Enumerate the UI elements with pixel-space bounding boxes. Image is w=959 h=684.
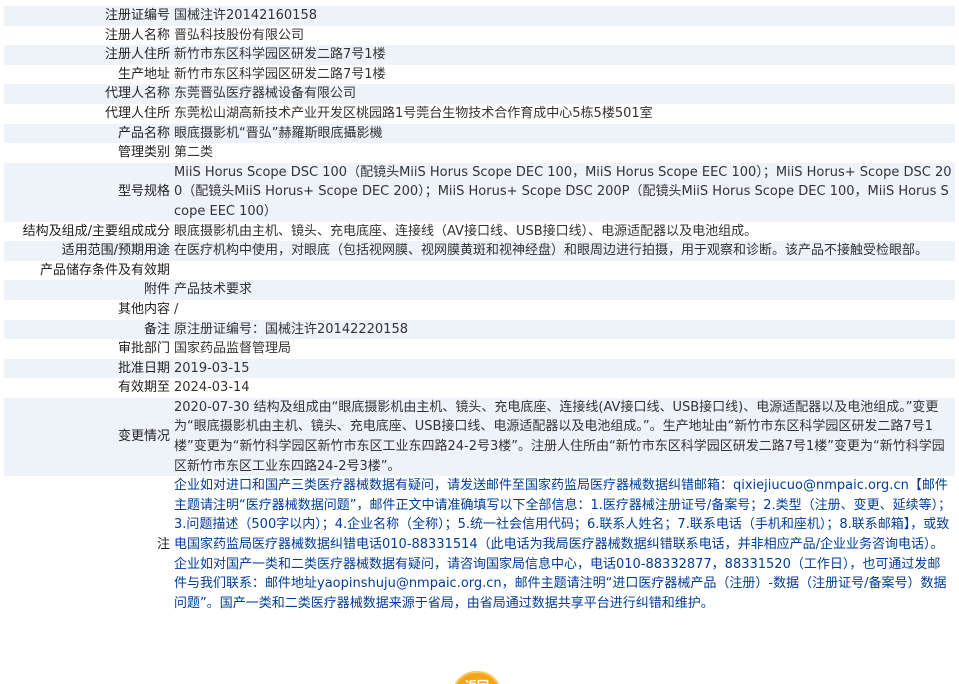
field-value xyxy=(172,260,955,281)
table-row: 适用范围/预期用途 在医疗机构中使用，对眼底（包括视网膜、视网膜黄斑和视神经盘）和… xyxy=(4,241,955,261)
field-label: 生产地址 xyxy=(4,64,172,85)
field-label: 变更情况 xyxy=(4,397,172,477)
field-value: 2024-03-14 xyxy=(172,378,955,398)
note-row: 注企业如对进口和国产三类医疗器械数据有疑问，请发送邮件至国家药监局医疗器械数据纠… xyxy=(4,476,955,614)
field-value: 眼底摄影机“晋弘”赫羅斯眼底攝影機 xyxy=(172,123,955,144)
field-label: 批准日期 xyxy=(4,358,172,379)
table-row: 备注 原注册证编号：国械注许20142220158 xyxy=(4,319,955,340)
field-label: 代理人住所 xyxy=(4,103,172,124)
field-value: 国家药品监督管理局 xyxy=(172,339,955,359)
field-label: 结构及组成/主要组成成分 xyxy=(4,221,172,242)
field-value: 第二类 xyxy=(172,143,955,163)
field-value: 产品技术要求 xyxy=(172,280,955,300)
table-row: 型号规格 MiiS Horus Scope DSC 100（配镜头MiiS Hor… xyxy=(4,162,955,222)
field-value: 新竹市东区科学园区研发二路7号1楼 xyxy=(172,64,955,85)
table-row: 代理人名称 东莞晋弘医疗器械设备有限公司 xyxy=(4,84,955,104)
table-row: 批准日期 2019-03-15 xyxy=(4,358,955,379)
table-row: 注册人住所 新竹市东区科学园区研发二路7号1楼 xyxy=(4,45,955,65)
field-label: 审批部门 xyxy=(4,339,172,359)
table-row: 其他内容 / xyxy=(4,299,955,320)
detail-table-body: 注册证编号 国械注许20142160158 注册人名称 晋弘科技股份有限公司 注册人住所… xyxy=(4,6,955,614)
field-label: 管理类别 xyxy=(4,143,172,163)
table-row: 管理类别 第二类 xyxy=(4,143,955,163)
back-button-label: 返回 xyxy=(454,677,500,684)
field-value: / xyxy=(172,299,955,320)
back-button[interactable]: 返回 xyxy=(452,671,502,684)
field-value: 晋弘科技股份有限公司 xyxy=(172,25,955,46)
field-value: 原注册证编号：国械注许20142220158 xyxy=(172,319,955,340)
field-label: 产品储存条件及有效期 xyxy=(4,260,172,281)
field-label: 有效期至 xyxy=(4,378,172,398)
field-label: 产品名称 xyxy=(4,123,172,144)
field-value: 国械注许20142160158 xyxy=(172,6,955,26)
table-row: 生产地址 新竹市东区科学园区研发二路7号1楼 xyxy=(4,64,955,85)
field-label: 注册人住所 xyxy=(4,45,172,65)
note-paragraph: 企业如对进口和国产三类医疗器械数据有疑问，请发送邮件至国家药监局医疗器械数据纠错… xyxy=(174,478,952,611)
field-value: MiiS Horus Scope DSC 100（配镜头MiiS Horus S… xyxy=(172,162,955,222)
table-row: 注册证编号 国械注许20142160158 xyxy=(4,6,955,26)
field-label: 注册证编号 xyxy=(4,6,172,26)
field-value: 东莞松山湖高新技术产业开发区桃园路1号莞台生物技术合作育成中心5栋5楼501室 xyxy=(172,103,955,124)
table-row: 代理人住所 东莞松山湖高新技术产业开发区桃园路1号莞台生物技术合作育成中心5栋5楼… xyxy=(4,103,955,124)
field-label: 代理人名称 xyxy=(4,84,172,104)
field-label: 其他内容 xyxy=(4,299,172,320)
table-row: 附件 产品技术要求 xyxy=(4,280,955,300)
field-value: 东莞晋弘医疗器械设备有限公司 xyxy=(172,84,955,104)
table-row: 变更情况 2020-07-30 结构及组成由“眼底摄影机由主机、镜头、充电底座、连… xyxy=(4,397,955,477)
field-label: 备注 xyxy=(4,319,172,340)
detail-panel: 注册证编号 国械注许20142160158 注册人名称 晋弘科技股份有限公司 注册人住所… xyxy=(4,6,955,614)
registration-detail-table: 注册证编号 国械注许20142160158 注册人名称 晋弘科技股份有限公司 注册人住所… xyxy=(4,6,955,614)
table-row: 有效期至 2024-03-14 xyxy=(4,378,955,398)
note-label: 注 xyxy=(4,476,172,614)
field-label: 注册人名称 xyxy=(4,25,172,46)
back-button-area: 返回 xyxy=(0,671,959,684)
table-row: 注册人名称 晋弘科技股份有限公司 xyxy=(4,25,955,46)
field-label: 附件 xyxy=(4,280,172,300)
table-row: 产品名称 眼底摄影机“晋弘”赫羅斯眼底攝影機 xyxy=(4,123,955,144)
table-row: 审批部门 国家药品监督管理局 xyxy=(4,339,955,359)
field-label: 适用范围/预期用途 xyxy=(4,241,172,261)
field-label: 型号规格 xyxy=(4,162,172,222)
table-row: 产品储存条件及有效期 xyxy=(4,260,955,281)
field-value: 新竹市东区科学园区研发二路7号1楼 xyxy=(172,45,955,65)
note-text: 企业如对进口和国产三类医疗器械数据有疑问，请发送邮件至国家药监局医疗器械数据纠错… xyxy=(172,476,955,614)
field-value: 在医疗机构中使用，对眼底（包括视网膜、视网膜黄斑和视神经盘）和眼周边进行拍摄，用… xyxy=(172,241,955,261)
field-value: 眼底摄影机由主机、镜头、充电底座、连接线（AV接口线、USB接口线）、电源适配器… xyxy=(172,221,955,242)
field-value: 2019-03-15 xyxy=(172,358,955,379)
table-row: 结构及组成/主要组成成分 眼底摄影机由主机、镜头、充电底座、连接线（AV接口线、U… xyxy=(4,221,955,242)
field-value: 2020-07-30 结构及组成由“眼底摄影机由主机、镜头、充电底座、连接线(A… xyxy=(172,397,955,477)
